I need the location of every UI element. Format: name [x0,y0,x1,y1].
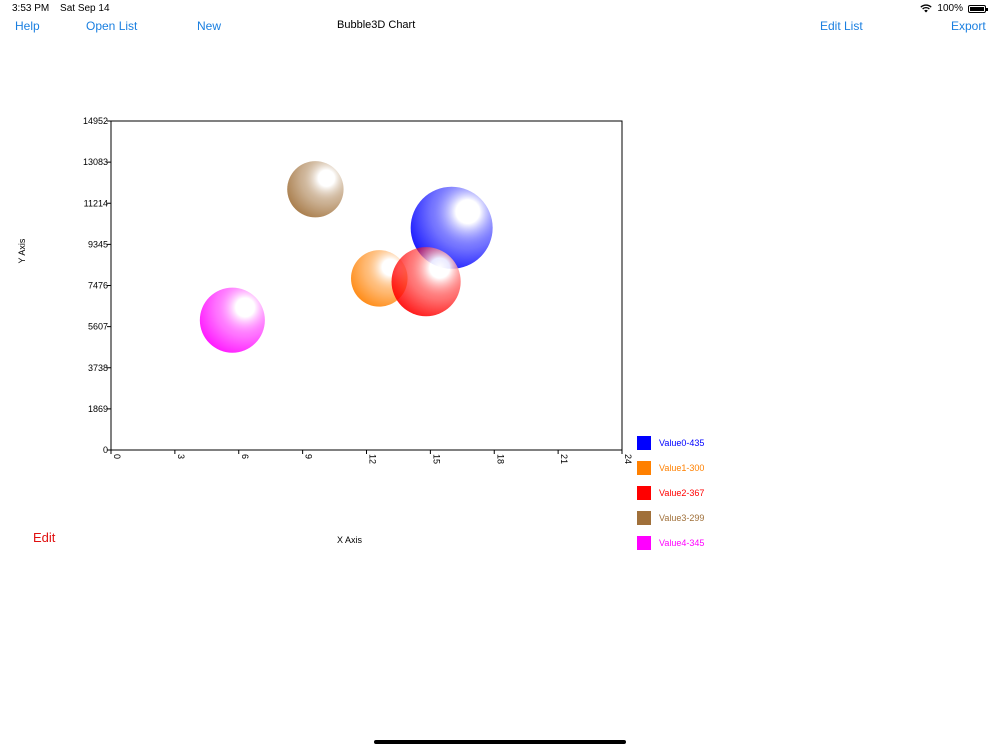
bubbles [199,161,493,353]
page-title: Bubble3D Chart [337,19,416,31]
y-tick-label: 1869 [88,404,108,414]
legend-swatch [637,535,651,550]
status-bar-right: 100% [920,3,988,14]
x-tick-label: 15 [431,454,441,464]
y-tick-label: 13083 [83,157,108,167]
legend-label: Value0-435 [659,437,705,448]
bubble-4 [199,287,265,353]
legend-swatch [637,460,651,475]
legend-label: Value1-300 [659,462,705,473]
legend-swatch [637,510,651,525]
legend-item: Value2-367 [637,480,704,505]
y-tick-label: 9345 [88,239,108,249]
chart-legend: Value0-435 Value1-300 Value2-367 Value3-299… [637,430,704,555]
legend-swatch [637,435,651,450]
bubble-1 [350,250,408,307]
help-button[interactable]: Help [15,19,40,33]
status-time: 3:53 PM [12,3,50,14]
edit-button[interactable]: Edit [33,530,55,545]
bubble-chart: 0 1869 3738 5607 7476 9345 11214 13083 14952 0 3 6… [83,116,633,464]
legend-label: Value2-367 [659,487,705,498]
y-axis-ticks: 0 1869 3738 5607 7476 9345 11214 13083 14952 [83,116,111,455]
y-tick-label: 7476 [88,281,108,291]
bubble-2 [391,247,461,317]
wifi-icon [920,4,933,13]
x-tick-label: 12 [368,454,378,464]
y-axis-label: Y Axis [17,238,27,264]
battery-percent: 100% [937,3,963,14]
x-tick-label: 18 [495,454,505,464]
bubble-0 [410,186,493,269]
legend-label: Value3-299 [659,512,705,523]
legend-item: Value0-435 [637,430,704,455]
x-tick-label: 21 [559,454,569,464]
x-tick-label: 9 [304,454,314,459]
legend-item: Value3-299 [637,505,704,530]
status-bar-left: 3:53 PM Sat Sep 14 [12,3,118,14]
bubble-3 [287,161,344,218]
status-date: Sat Sep 14 [60,3,110,14]
export-button[interactable]: Export [951,19,986,33]
new-button[interactable]: New [197,19,221,33]
x-tick-label: 24 [623,454,633,464]
battery-icon [968,4,988,13]
legend-label: Value4-345 [659,537,705,548]
x-axis-label: X Axis [337,535,363,545]
x-tick-label: 0 [112,454,122,459]
x-axis-ticks: 0 3 6 9 12 15 18 21 24 [110,450,633,464]
y-tick-label: 5607 [88,322,108,332]
x-tick-label: 6 [240,454,250,459]
legend-swatch [637,485,651,500]
plot-area [110,120,623,451]
home-indicator [374,740,626,744]
y-tick-label: 11214 [84,198,108,208]
edit-list-button[interactable]: Edit List [820,19,863,33]
legend-item: Value1-300 [637,455,704,480]
x-tick-label: 3 [176,454,186,459]
y-tick-label: 0 [103,445,108,455]
legend-item: Value4-345 [637,530,704,555]
y-tick-label: 3738 [88,363,108,373]
y-tick-label: 14952 [83,116,108,126]
open-list-button[interactable]: Open List [86,19,137,33]
